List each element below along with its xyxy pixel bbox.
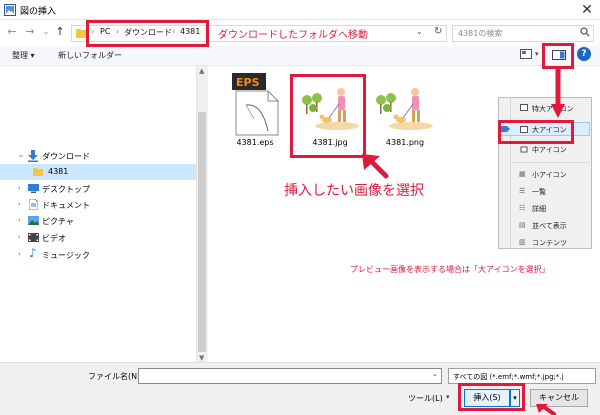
tree-item-label: ビデオ (42, 234, 66, 243)
music-icon: ♪ (29, 246, 37, 260)
forward-button[interactable]: → (24, 25, 36, 39)
annotation-box-jpg (290, 74, 366, 158)
medium-icons-icon (520, 146, 528, 153)
scrollbar-thumb[interactable] (198, 112, 206, 352)
menu-item-list[interactable]: 一覧 (532, 187, 546, 197)
address-dropdown-icon[interactable]: ⌄ (416, 27, 423, 36)
back-button[interactable]: ← (6, 25, 18, 39)
tree-item-label: ドキュメント (42, 201, 90, 210)
annotation-arrow-insert-icon (536, 404, 556, 415)
tree-expand-arrow[interactable]: › (18, 233, 21, 241)
tree-expand-arrow[interactable]: › (18, 216, 21, 224)
scroll-down-arrow-icon[interactable]: ▼ (199, 354, 204, 362)
annotation-select-note: 挿入したい画像を選択 (284, 183, 424, 199)
annotation-arrow-icon (362, 154, 389, 179)
download-arrow-icon (28, 150, 38, 162)
small-icons-icon: ▦ (519, 170, 526, 178)
filename-label: ファイル名(N): (88, 372, 143, 381)
annotation-box-address (86, 20, 209, 47)
annotation-box-insert (458, 383, 525, 411)
window-title: 図の挿入 (20, 7, 57, 17)
title-bar (0, 0, 600, 20)
annotation-box-preview-pane (542, 43, 574, 69)
tools-dropdown-icon[interactable]: ▾ (446, 393, 450, 401)
tree-item-label: ミュージック (42, 251, 90, 260)
tree-expand-arrow[interactable]: › (18, 250, 21, 258)
filename-input[interactable] (138, 368, 442, 384)
tree-item-label: ダウンロード (42, 152, 90, 161)
document-icon (29, 199, 38, 210)
menu-item-tiles[interactable]: 並べて表示 (532, 221, 567, 231)
annotation-arrow-down-icon (551, 68, 565, 118)
tree-item-label: デスクトップ (42, 185, 90, 194)
tree-item-label: ピクチャ (42, 217, 74, 226)
menu-divider (512, 162, 590, 163)
tools-menu[interactable]: ツール(L) (408, 393, 443, 404)
annotation-box-large-icons (498, 120, 574, 144)
list-view-icon: ☰ (519, 187, 526, 195)
desktop-icon (28, 184, 39, 193)
details-view-icon: ☷ (519, 204, 526, 212)
eps-badge: EPS (236, 76, 260, 89)
folder-icon (33, 168, 43, 176)
up-button[interactable]: ↑ (54, 25, 66, 39)
menu-item-details[interactable]: 詳細 (532, 204, 546, 214)
extra-large-icons-icon (520, 104, 528, 111)
menu-item-content[interactable]: コンテンツ (532, 238, 567, 248)
tree-expand-arrow[interactable]: › (18, 184, 21, 192)
recent-dropdown-button[interactable]: ⌄ (40, 25, 52, 39)
content-view-icon: ▥ (519, 238, 526, 246)
close-button[interactable]: ✕ (576, 1, 598, 19)
search-icon[interactable] (580, 27, 590, 37)
filename-dropdown-icon[interactable]: ⌄ (432, 370, 438, 378)
picture-app-icon (4, 4, 16, 16)
tree-item-label: 4381 (48, 167, 69, 176)
refresh-icon[interactable]: ↻ (434, 26, 442, 37)
tree-item-4381[interactable] (0, 164, 196, 180)
menu-item-medium-icons[interactable]: 中アイコン (532, 145, 567, 155)
file-name-png: 4381.png (385, 138, 425, 147)
annotation-preview-note: プレビュー画像を表示する場合は「大アイコンを選択」 (350, 265, 550, 274)
scroll-up-arrow-icon[interactable]: ▲ (199, 67, 204, 75)
pictures-icon (28, 216, 39, 225)
file-type-select[interactable]: すべての図 (*.emf;*.wmf;*.jpg;*.j (448, 368, 596, 384)
view-options-icon[interactable] (520, 49, 532, 59)
png-thumbnail (373, 84, 435, 132)
search-input[interactable]: 4381の検索 (458, 28, 502, 39)
annotation-folder-note: ダウンロードしたフォルダへ移動 (218, 30, 368, 41)
video-icon (28, 233, 39, 242)
organize-button[interactable]: 整理 ▾ (12, 50, 35, 61)
tree-expand-arrow[interactable]: ⌄ (18, 151, 24, 159)
help-icon[interactable]: ? (577, 47, 591, 61)
file-name-eps: 4381.eps (236, 138, 274, 147)
view-dropdown-icon[interactable]: ▾ (535, 50, 539, 58)
tree-expand-arrow[interactable]: › (18, 200, 21, 208)
tiles-view-icon: ▤ (519, 221, 526, 229)
new-folder-button[interactable]: 新しいフォルダー (58, 50, 122, 61)
menu-item-small-icons[interactable]: 小アイコン (532, 170, 567, 180)
